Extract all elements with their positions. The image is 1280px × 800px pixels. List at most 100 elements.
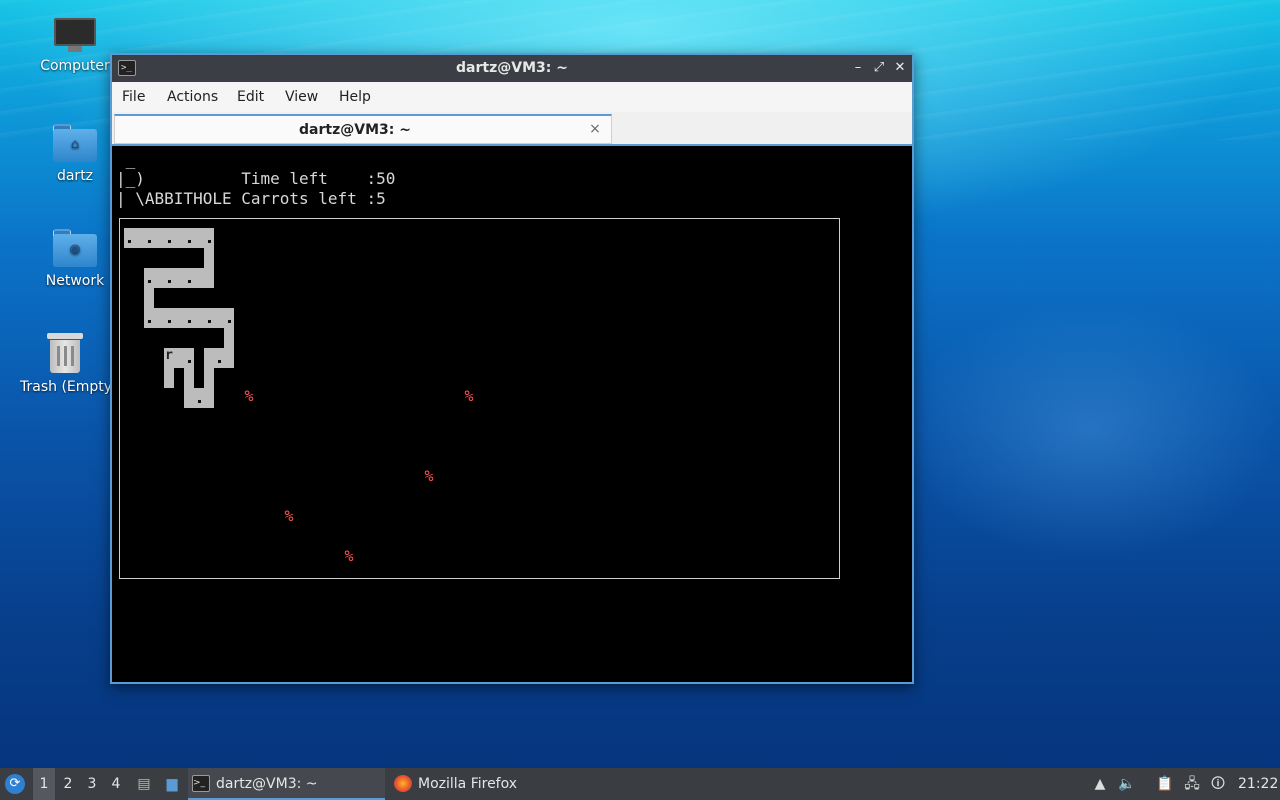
tunnel-cell <box>174 308 184 328</box>
menu-actions[interactable]: Actions <box>167 82 218 112</box>
tunnel-cell <box>184 308 194 328</box>
tunnel-cell <box>134 228 144 248</box>
tunnel-cell <box>184 228 194 248</box>
tunnel-cell <box>154 228 164 248</box>
home-folder-icon: ⌂ <box>53 124 97 162</box>
clock[interactable]: 21:22 <box>1238 768 1278 800</box>
tunnel-dot <box>128 240 131 243</box>
menu-help[interactable]: Help <box>339 82 371 112</box>
task-terminal[interactable]: >_ dartz@VM3: ~ <box>188 768 385 800</box>
carrot: % <box>284 507 294 525</box>
tunnel-dot <box>148 240 151 243</box>
terminal-output[interactable]: _ |_) Time left :50 | \ABBITHOLE Carrots… <box>112 148 912 682</box>
close-button[interactable]: ✕ <box>891 59 909 77</box>
carrot: % <box>464 387 474 405</box>
firefox-icon <box>394 775 412 792</box>
tunnel-cell <box>164 268 174 288</box>
tab-terminal[interactable]: dartz@VM3: ~ × <box>114 114 612 144</box>
tunnel-cell <box>144 268 154 288</box>
desktop-icon-label: Trash (Empty) <box>20 379 110 395</box>
tunnel-dot <box>198 400 201 403</box>
menu-view[interactable]: View <box>285 82 318 112</box>
tunnel-cell <box>154 308 164 328</box>
tunnel-dot <box>188 360 191 363</box>
tunnel-cell <box>164 368 174 388</box>
tunnel-cell <box>164 228 174 248</box>
computer-icon <box>54 18 96 52</box>
volume-icon[interactable]: 🔈 <box>1117 773 1137 795</box>
tunnel-cell <box>184 268 194 288</box>
terminal-task-icon: >_ <box>192 775 210 792</box>
maximize-button[interactable]: ⤢ <box>870 59 888 77</box>
tunnel-cell <box>214 348 224 368</box>
tunnel-cell <box>124 228 134 248</box>
tunnel-cell <box>194 308 204 328</box>
tunnel-cell <box>174 348 184 368</box>
tunnel-dot <box>208 320 211 323</box>
tunnel-cell <box>184 388 194 408</box>
workspace-2[interactable]: 2 <box>57 768 79 800</box>
tunnel-cell <box>194 228 204 248</box>
tunnel-dot <box>148 280 151 283</box>
tunnel-cell <box>204 308 214 328</box>
tab-label: dartz@VM3: ~ <box>299 122 411 138</box>
tunnel-cell <box>174 228 184 248</box>
window-titlebar[interactable]: dartz@VM3: ~ >_ – ⤢ ✕ <box>112 55 912 82</box>
tunnel-cell <box>174 268 184 288</box>
tunnel-cell <box>224 328 234 348</box>
tunnel-cell <box>194 388 204 408</box>
rabbit-player: r <box>165 348 173 363</box>
tab-close-icon[interactable]: × <box>587 121 603 137</box>
tunnel-cell <box>144 228 154 248</box>
tunnel-cell <box>204 368 214 388</box>
tunnel-cell <box>204 268 214 288</box>
clipboard-icon[interactable]: 📋 <box>1155 773 1175 795</box>
tray-expand-icon[interactable]: ▲ <box>1090 773 1110 795</box>
tunnel-cell <box>204 228 214 248</box>
tunnel-cell <box>144 308 154 328</box>
tunnel-cell <box>224 308 234 328</box>
menu-edit[interactable]: Edit <box>237 82 264 112</box>
carrot: % <box>344 547 354 565</box>
show-desktop-icon[interactable]: ▆ <box>162 773 182 795</box>
task-label: Mozilla Firefox <box>418 776 518 792</box>
workspace-4[interactable]: 4 <box>105 768 127 800</box>
taskbar: ⟳ 1 2 3 4 ▤ ▆ >_ dartz@VM3: ~ Mozilla Fi… <box>0 768 1280 800</box>
tunnel-dot <box>188 240 191 243</box>
task-firefox[interactable]: Mozilla Firefox <box>390 768 590 800</box>
terminal-line: |_) Time left :50 <box>116 169 396 188</box>
workspace-3[interactable]: 3 <box>81 768 103 800</box>
tab-bar: dartz@VM3: ~ × <box>112 112 912 146</box>
minimize-button[interactable]: – <box>849 59 867 77</box>
carrot: % <box>424 467 434 485</box>
tunnel-cell <box>184 368 194 388</box>
tunnel-cell <box>214 308 224 328</box>
terminal-line: _ <box>116 150 136 169</box>
terminal-line: | \ABBITHOLE Carrots left :5 <box>116 189 386 208</box>
terminal-app-icon[interactable]: >_ <box>118 60 136 76</box>
desktop-icon-trash[interactable]: Trash (Empty) <box>20 333 110 395</box>
network-icon[interactable]: 🖧 <box>1182 773 1202 795</box>
terminal-window[interactable]: dartz@VM3: ~ >_ – ⤢ ✕ File Actions Edit … <box>110 53 914 684</box>
tunnel-dot <box>168 320 171 323</box>
tunnel-cell <box>184 348 194 368</box>
tunnel-cell <box>204 388 214 408</box>
tunnel-cell <box>154 268 164 288</box>
tunnel-cell <box>204 248 214 268</box>
window-title: dartz@VM3: ~ <box>456 60 568 76</box>
network-folder-icon: ◉ <box>53 229 97 267</box>
start-menu-icon[interactable]: ⟳ <box>5 774 25 794</box>
tunnel-dot <box>218 360 221 363</box>
tunnel-dot <box>208 240 211 243</box>
updates-icon[interactable]: 🛈 <box>1208 773 1228 795</box>
workspace-1[interactable]: 1 <box>33 768 55 800</box>
tunnel-cell <box>144 288 154 308</box>
menubar: File Actions Edit View Help <box>112 82 912 112</box>
wallpaper-glow <box>900 300 1280 560</box>
tunnel-cell <box>194 268 204 288</box>
tunnel-dot <box>188 280 191 283</box>
menu-file[interactable]: File <box>122 82 145 112</box>
tunnel-dot <box>188 320 191 323</box>
file-manager-icon[interactable]: ▤ <box>134 773 154 795</box>
task-label: dartz@VM3: ~ <box>216 776 318 792</box>
